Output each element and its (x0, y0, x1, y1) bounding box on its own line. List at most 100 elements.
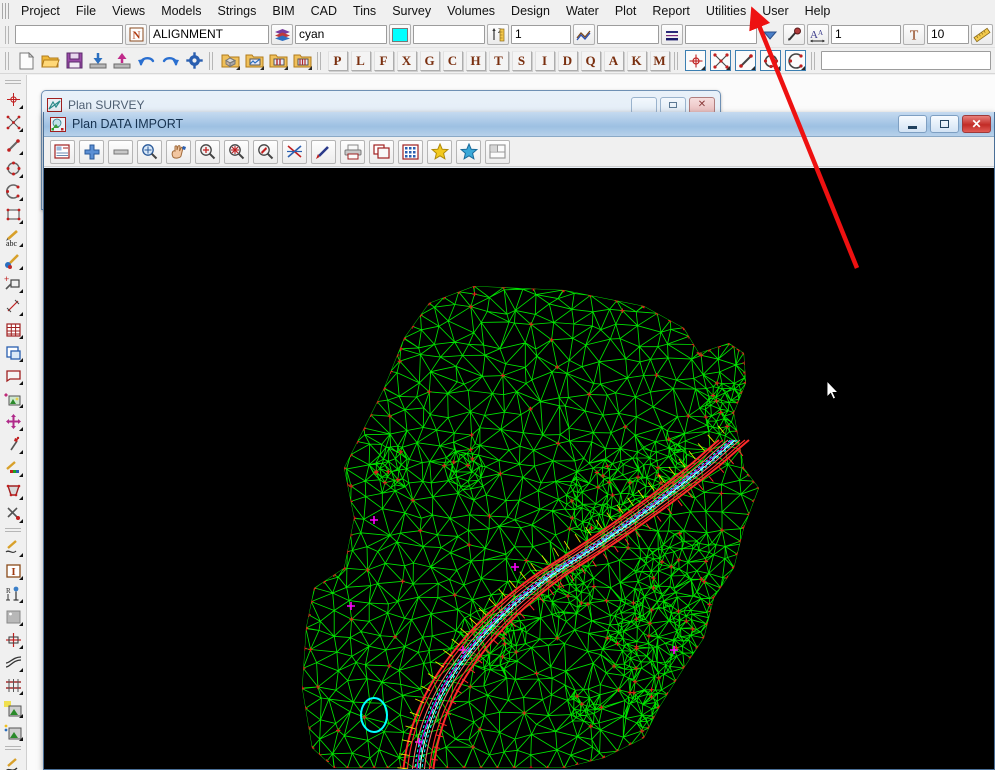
sidebar-grip-1[interactable] (5, 80, 21, 86)
menu-item-file[interactable]: File (68, 1, 104, 21)
folder-view-2-icon[interactable] (267, 50, 289, 71)
sidebar-line-icon[interactable] (1, 134, 25, 157)
linetype-icon[interactable] (573, 24, 595, 45)
text-style-icon[interactable]: A A (807, 24, 829, 45)
snap-intersection-icon[interactable] (710, 50, 731, 71)
menu-item-models[interactable]: Models (153, 1, 209, 21)
favourite-star-gold-icon[interactable] (427, 139, 452, 164)
letter-button-k[interactable]: K (626, 50, 647, 71)
sidebar-pen-colour-icon[interactable] (1, 249, 25, 272)
letter-button-f[interactable]: F (373, 50, 394, 71)
sidebar-image-icon[interactable] (1, 387, 25, 410)
menu-item-utilities[interactable]: Utilities (698, 1, 754, 21)
plan-data-import-window[interactable]: Plan DATA IMPORT ✕ (43, 112, 995, 770)
menu-item-strings[interactable]: Strings (209, 1, 264, 21)
clear-crosses-icon[interactable] (282, 139, 307, 164)
plan-window-titlebar[interactable]: Plan DATA IMPORT ✕ (44, 112, 994, 137)
sidebar-raster-1-icon[interactable] (1, 697, 25, 720)
plan-window-minimize-button[interactable] (898, 115, 927, 133)
menu-item-help[interactable]: Help (797, 1, 839, 21)
sidebar-point-icon[interactable] (1, 88, 25, 111)
menu-item-tins[interactable]: Tins (345, 1, 384, 21)
toolbar-grip-1[interactable] (5, 25, 11, 44)
sidebar-page-icon[interactable] (1, 364, 25, 387)
sidebar-move-icon[interactable] (1, 410, 25, 433)
undo-icon[interactable] (135, 50, 157, 71)
new-document-icon[interactable] (15, 50, 37, 71)
copy-window-icon[interactable] (369, 139, 394, 164)
chevron-down-icon[interactable] (759, 24, 781, 45)
toolbar-grip-3[interactable] (5, 51, 11, 70)
folder-model-icon[interactable] (219, 50, 241, 71)
menu-item-cad[interactable]: CAD (303, 1, 345, 21)
model-field[interactable] (15, 25, 123, 44)
letter-button-g[interactable]: G (419, 50, 440, 71)
toolbar-grip-5[interactable] (317, 51, 323, 70)
plan-drawing-canvas[interactable] (44, 168, 994, 769)
toolbar-grip-4[interactable] (209, 51, 215, 70)
redo-icon[interactable] (159, 50, 181, 71)
letter-button-q[interactable]: Q (580, 50, 601, 71)
sidebar-text-abc-icon[interactable]: abc (1, 226, 25, 249)
menu-item-bim[interactable]: BIM (264, 1, 302, 21)
command-field[interactable] (821, 51, 991, 70)
sidebar-offset-icon[interactable] (1, 651, 25, 674)
letter-button-s[interactable]: S (511, 50, 532, 71)
layer-field[interactable]: ALIGNMENT (149, 25, 269, 44)
sidebar-arc-icon[interactable] (1, 180, 25, 203)
plan-window-close-button[interactable]: ✕ (962, 115, 991, 133)
text-size-field[interactable]: 10 (927, 25, 969, 44)
sidebar-grip-2[interactable] (5, 528, 21, 534)
text-style-field[interactable]: 1 (831, 25, 901, 44)
letter-button-c[interactable]: C (442, 50, 463, 71)
letter-button-h[interactable]: H (465, 50, 486, 71)
tile-layout-icon[interactable] (485, 139, 510, 164)
background-window-maximize-button[interactable] (660, 96, 686, 114)
zoom-window-plus-icon[interactable] (195, 139, 220, 164)
sidebar-polygon-icon[interactable] (1, 479, 25, 502)
menu-item-design[interactable]: Design (503, 1, 558, 21)
folder-view-3-icon[interactable] (291, 50, 313, 71)
letter-button-i[interactable]: I (534, 50, 555, 71)
menu-bar-grip[interactable] (2, 3, 9, 19)
import-download-icon[interactable] (87, 50, 109, 71)
menu-item-plot[interactable]: Plot (607, 1, 645, 21)
letter-button-a[interactable]: A (603, 50, 624, 71)
background-window-minimize-button[interactable] (631, 96, 657, 114)
settings-gear-icon[interactable] (183, 50, 205, 71)
sidebar-insert-box-icon[interactable]: + (1, 272, 25, 295)
plan-window-maximize-button[interactable] (930, 115, 959, 133)
sidebar-survey-icon[interactable]: R (1, 582, 25, 605)
linetype-field[interactable] (597, 25, 659, 44)
pan-zoom-icon[interactable] (137, 139, 162, 164)
zoom-out-minus-icon[interactable] (108, 139, 133, 164)
open-folder-icon[interactable] (39, 50, 61, 71)
letter-button-p[interactable]: P (327, 50, 348, 71)
save-disk-icon[interactable] (63, 50, 85, 71)
sidebar-snap-point-icon[interactable] (1, 433, 25, 456)
sidebar-circle-icon[interactable] (1, 157, 25, 180)
colour-field[interactable]: cyan (295, 25, 387, 44)
lineweight-field[interactable] (685, 25, 757, 44)
snap-point-icon[interactable] (685, 50, 706, 71)
sidebar-colour-line-icon[interactable] (1, 456, 25, 479)
toolbar-grip-7[interactable] (811, 51, 817, 70)
sidebar-sketch-icon[interactable] (1, 754, 25, 770)
snap-line-icon[interactable] (735, 50, 756, 71)
letter-button-l[interactable]: L (350, 50, 371, 71)
zoom-in-plus-icon[interactable] (79, 139, 104, 164)
letter-button-m[interactable]: M (649, 50, 670, 71)
lineweight-icon[interactable] (661, 24, 683, 45)
export-upload-icon[interactable] (111, 50, 133, 71)
sidebar-insert-text-icon[interactable]: I (1, 559, 25, 582)
toolbar-grip-6[interactable] (674, 51, 680, 70)
zoom-previous-icon[interactable] (253, 139, 278, 164)
letter-button-t[interactable]: T (488, 50, 509, 71)
sidebar-rectangle-icon[interactable] (1, 203, 25, 226)
menu-item-water[interactable]: Water (558, 1, 607, 21)
redraw-brush-icon[interactable] (311, 139, 336, 164)
model-n-icon[interactable]: N (125, 24, 147, 45)
colour-swatch[interactable] (389, 24, 411, 45)
menu-item-survey[interactable]: Survey (384, 1, 439, 21)
layers-icon[interactable] (271, 24, 293, 45)
